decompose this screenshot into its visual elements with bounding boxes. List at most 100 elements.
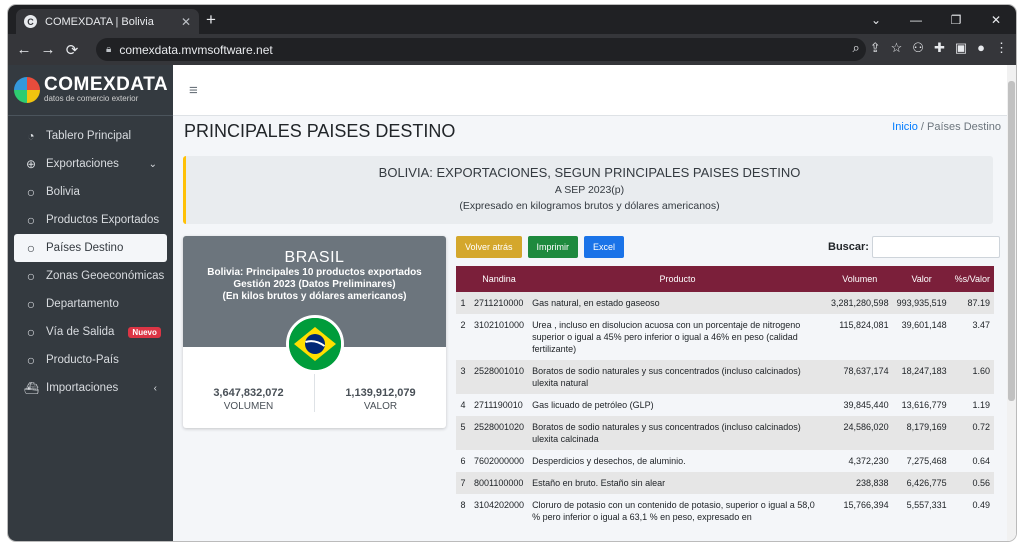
sidebar-item-label: Exportaciones [46,158,119,170]
table-row[interactable]: 7 8001100000 Estaño en bruto. Estaño sin a… [456,472,994,494]
puzzle-icon[interactable]: ✚ [934,40,945,56]
card-subtitle-3: (En kilos brutos y dólares americanos) [222,291,407,302]
zoom-icon[interactable]: ⌕ [852,40,859,56]
cell-porcentaje: 0.49 [972,500,990,510]
table-row[interactable]: 1 2711210000 Gas natural, en estado gaseos… [456,292,994,314]
lock-icon: 🔒︎ [106,44,112,55]
sidebar: COMEXDATA datos de comercio exterior ◔ T… [8,65,173,541]
close-tab-icon[interactable]: ✕ [181,15,191,29]
cell-valor: 7,275,468 [906,456,947,466]
cell-index: 6 [460,456,466,466]
col-volumen[interactable]: Volumen [827,266,893,292]
cell-porcentaje: 87.19 [967,298,990,308]
hamburger-menu-icon[interactable]: ≡ [189,82,198,99]
sidebar-item-exportaciones[interactable]: ⊕ Exportaciones ⌄ [14,150,167,178]
back-arrow-icon[interactable]: ← [12,41,36,58]
excel-button[interactable]: Excel [584,236,625,258]
table-row[interactable]: 4 2711190010 Gas licuado de petróleo (GLP)… [456,394,994,416]
minimize-icon[interactable]: — [896,5,936,34]
cell-valor: 5,557,331 [906,500,947,510]
extension-icon[interactable]: ⚇ [912,40,924,56]
sidebar-item-productos-exportados[interactable]: ○ Productos Exportados [14,206,167,234]
cell-producto: Gas licuado de petróleo (GLP) [532,400,654,410]
breadcrumb-home-link[interactable]: Inicio [892,121,918,133]
sidebar-item-label: Vía de Salida [46,326,115,338]
sidebar-item-importaciones[interactable]: ⛴︎ Importaciones ‹ [14,374,167,402]
table-row[interactable]: 3 2528001010 Boratos de sodio naturales y … [456,360,994,394]
circle-icon: ○ [26,296,36,312]
table-row[interactable]: 2 3102101000 Urea , incluso en disolucion … [456,314,994,360]
search-input[interactable] [871,236,1000,258]
url-field[interactable]: 🔒︎ comexdata.mvmsoftware.net [96,38,866,61]
volume-label: VOLUMEN [223,401,274,412]
new-badge: Nuevo [128,326,161,338]
cell-volumen: 15,766,394 [843,500,889,510]
cell-porcentaje: 1.60 [972,366,990,376]
sidepanel-icon[interactable]: ▣ [955,40,967,56]
sidebar-item-producto-pais[interactable]: ○ Producto-País [14,346,167,374]
value-value: 1,139,912,079 [345,387,416,399]
cell-nandina: 7602000000 [474,456,525,466]
cell-nandina: 2528001010 [474,366,525,376]
country-card: BRASIL Bolivia: Principales 10 productos… [183,236,446,428]
cell-producto: Cloruro de potasio con un contenido de p… [532,500,815,522]
card-subtitle-2: Gestión 2023 (Datos Preliminares) [233,279,396,290]
circle-icon: ○ [26,268,36,284]
cell-porcentaje: 0.56 [972,478,990,488]
cell-nandina: 2711190010 [474,400,523,410]
products-table: Nandina Producto Volumen Valor %s/Valor … [456,266,994,528]
cell-index: 5 [460,422,466,432]
col-valor[interactable]: Valor [892,266,951,292]
profile-icon[interactable]: ● [977,40,985,56]
back-button[interactable]: Volver atrás [456,236,522,258]
share-icon[interactable]: ⇪ [870,40,881,56]
cell-index: 3 [460,366,466,376]
cell-valor: 13,616,779 [901,400,947,410]
table-row[interactable]: 8 3104202000 Cloruro de potasio con un con… [456,494,994,528]
reload-icon[interactable]: ⟳ [60,41,84,59]
browser-window: C COMEXDATA | Bolivia ✕ + ⌄ — ❐ ✕ ← → ⟳ … [8,5,1016,541]
cell-valor: 8,179,169 [906,422,947,432]
sidebar-item-paises-destino[interactable]: ○ Países Destino [14,234,167,262]
brand-tagline: datos de comercio exterior [44,94,139,103]
sidebar-item-tablero[interactable]: ◔ Tablero Principal [14,122,167,150]
cell-producto: Boratos de sodio naturales y sus concent… [532,422,801,444]
sidebar-item-departamento[interactable]: ○ Departamento [14,290,167,318]
browser-tab[interactable]: C COMEXDATA | Bolivia ✕ [16,9,199,34]
scrollbar-thumb[interactable] [1008,81,1015,401]
volume-stat: 3,647,832,072 VOLUMEN [183,374,314,412]
cell-producto: Estaño en bruto. Estaño sin alear [532,478,666,488]
sidebar-item-via-salida[interactable]: ○ Vía de Salida Nuevo [14,318,167,346]
forward-arrow-icon[interactable]: → [36,41,60,58]
products-table-container: Nandina Producto Volumen Valor %s/Valor … [456,266,994,541]
print-button[interactable]: Imprimir [527,236,579,258]
col-nandina[interactable]: Nandina [470,266,529,292]
tab-title: COMEXDATA | Bolivia [45,15,154,28]
col-porcentaje[interactable]: %s/Valor [950,266,994,292]
sidebar-item-zonas[interactable]: ○ Zonas Geoeconómicas [14,262,167,290]
close-window-icon[interactable]: ✕ [976,5,1016,34]
circle-icon: ○ [26,184,36,200]
table-row[interactable]: 6 7602000000 Desperdicios y desechos, de a… [456,450,994,472]
restore-icon[interactable]: ❐ [936,5,976,34]
col-index[interactable] [456,266,470,292]
cell-producto: Urea , incluso en disolucion acuosa con … [532,320,801,354]
page-scrollbar[interactable] [1007,65,1016,541]
star-icon[interactable]: ☆ [891,40,903,56]
brand-logo[interactable]: COMEXDATA datos de comercio exterior [8,65,173,116]
table-row[interactable]: 5 2528001020 Boratos de sodio naturales y … [456,416,994,450]
cell-producto: Desperdicios y desechos, de aluminio. [532,456,686,466]
main-content: ≡ PRINCIPALES PAISES DESTINO Inicio / Pa… [173,65,1016,541]
sidebar-item-bolivia[interactable]: ○ Bolivia [14,178,167,206]
cell-valor: 39,601,148 [901,320,947,330]
new-tab-icon[interactable]: + [206,10,216,30]
chevron-down-icon[interactable]: ⌄ [856,5,896,34]
sidebar-nav: ◔ Tablero Principal ⊕ Exportaciones ⌄ ○ … [8,116,173,402]
col-producto[interactable]: Producto [528,266,828,292]
cell-volumen: 115,824,081 [839,320,889,330]
menu-icon[interactable]: ⋮ [995,40,1008,56]
country-stats: 3,647,832,072 VOLUMEN 1,139,912,079 VALO… [183,374,446,412]
cell-volumen: 78,637,174 [843,366,889,376]
brazil-flag-icon [286,315,344,373]
cell-porcentaje: 0.72 [972,422,990,432]
